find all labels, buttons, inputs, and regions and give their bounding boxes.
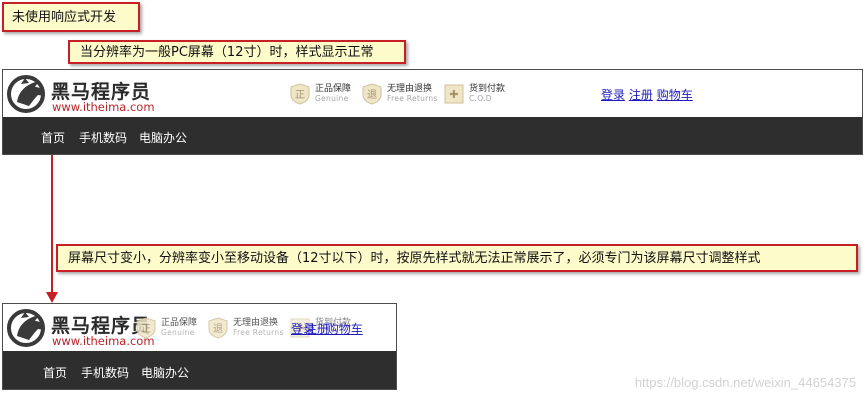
login-link[interactable]: 登录 — [601, 88, 625, 102]
site-header-narrow: 黑马程序员 www.itheima.com 正 正品保障 Genuine 退 无… — [3, 304, 396, 351]
feature-returns-narrow: 退 无理由退换 Free Returns — [207, 317, 284, 339]
returns-badge-icon: 退 — [362, 83, 382, 105]
main-nav: 首页 手机数码 电脑办公 — [3, 117, 862, 154]
nav-item-home[interactable]: 首页 — [43, 364, 67, 381]
site-header: 黑马程序员 www.itheima.com 正 正品保障 Genuine 退 无… — [3, 70, 862, 117]
small-screen-callout: 屏幕尺寸变小，分辨率变小至移动设备（12寸以下）时，按原先样式就无法正常展示了，… — [56, 244, 858, 272]
feature-genuine-narrow: 正 正品保障 Genuine — [135, 317, 197, 339]
svg-text:退: 退 — [367, 89, 377, 101]
nav-item-phones[interactable]: 手机数码 — [81, 364, 129, 381]
title-callout: 未使用响应式开发 — [2, 2, 140, 32]
register-link[interactable]: 注册 — [305, 322, 329, 336]
normal-screen-callout-text: 当分辨率为一般PC屏幕（12寸）时，样式显示正常 — [80, 44, 374, 60]
cod-badge-icon: ✚ — [444, 84, 464, 104]
svg-text:正: 正 — [141, 324, 151, 335]
nav-item-phones[interactable]: 手机数码 — [79, 129, 127, 146]
title-callout-text: 未使用响应式开发 — [12, 9, 117, 25]
csdn-watermark: https://blog.csdn.net/weixin_44654375 — [634, 375, 856, 390]
cart-link[interactable]: 购物车 — [657, 88, 693, 102]
nav-item-home[interactable]: 首页 — [41, 129, 65, 146]
main-nav-narrow: 首页 手机数码 电脑办公 — [3, 351, 396, 389]
wide-layout-screenshot: 黑马程序员 www.itheima.com 正 正品保障 Genuine 退 无… — [2, 69, 863, 155]
feature-returns: 退 无理由退换 Free Returns — [361, 83, 438, 105]
feature-returns-sublabel: Free Returns — [233, 327, 284, 337]
feature-cod: ✚ 货到付款 C.O.D — [443, 83, 505, 105]
narrow-layout-screenshot: 黑马程序员 www.itheima.com 正 正品保障 Genuine 退 无… — [2, 303, 397, 390]
nav-item-computers[interactable]: 电脑办公 — [139, 129, 187, 146]
logo-url: www.itheima.com — [52, 100, 155, 114]
genuine-badge-icon: 正 — [136, 317, 156, 339]
horse-logo-icon — [7, 309, 45, 347]
user-links: 登录 注册 购物车 — [601, 86, 693, 103]
svg-text:退: 退 — [213, 323, 223, 335]
genuine-badge-icon: 正 — [290, 83, 310, 105]
feature-genuine-sublabel: Genuine — [161, 327, 195, 337]
cart-link[interactable]: 购物车 — [327, 322, 363, 336]
feature-genuine: 正 正品保障 Genuine — [289, 83, 351, 105]
svg-text:正: 正 — [295, 90, 305, 101]
svg-text:✚: ✚ — [449, 88, 458, 101]
user-links-narrow: 登录 注册 购物车 — [291, 320, 363, 337]
feature-returns-sublabel: Free Returns — [387, 93, 438, 103]
nav-item-computers[interactable]: 电脑办公 — [141, 364, 189, 381]
normal-screen-callout: 当分辨率为一般PC屏幕（12寸）时，样式显示正常 — [68, 40, 406, 64]
feature-cod-sublabel: C.O.D — [469, 93, 492, 103]
slide-canvas: 未使用响应式开发 当分辨率为一般PC屏幕（12寸）时，样式显示正常 黑马程序员 … — [0, 0, 866, 400]
returns-badge-icon: 退 — [208, 317, 228, 339]
register-link[interactable]: 注册 — [629, 88, 653, 102]
feature-genuine-sublabel: Genuine — [315, 93, 349, 103]
small-screen-callout-text: 屏幕尺寸变小，分辨率变小至移动设备（12寸以下）时，按原先样式就无法正常展示了，… — [68, 250, 761, 266]
horse-logo-icon — [7, 75, 45, 113]
